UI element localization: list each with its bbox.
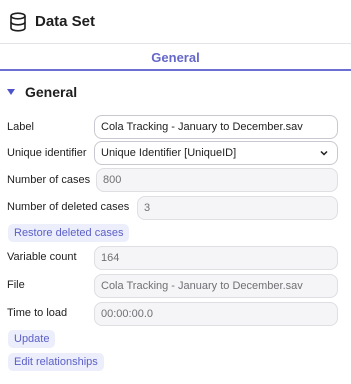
- unique-identifier-select[interactable]: Unique Identifier [UniqueID]: [94, 141, 338, 165]
- time-to-load-field: 00:00:00.0: [94, 302, 338, 326]
- tab-bar: General: [0, 45, 351, 71]
- label-input[interactable]: Cola Tracking - January to December.sav: [94, 115, 338, 139]
- variable-count-field: 164: [94, 246, 338, 270]
- panel-header: Data Set: [0, 0, 351, 44]
- file-field: Cola Tracking - January to December.sav: [94, 274, 338, 298]
- file-label: File: [7, 279, 25, 291]
- number-of-deleted-cases-label: Number of deleted cases: [7, 201, 130, 213]
- tab-general[interactable]: General: [151, 50, 199, 65]
- update-button[interactable]: Update: [8, 330, 56, 348]
- unique-identifier-value: Unique Identifier [UniqueID]: [101, 147, 237, 159]
- panel-title: Data Set: [35, 13, 96, 30]
- variable-count-label: Variable count: [7, 251, 77, 263]
- number-of-deleted-cases-field: 3: [137, 196, 338, 220]
- database-icon: [9, 11, 27, 32]
- section-general-header[interactable]: General: [7, 83, 77, 101]
- time-to-load-label: Time to load: [7, 307, 68, 319]
- edit-relationships-button[interactable]: Edit relationships: [8, 353, 104, 371]
- label-field-label: Label: [7, 121, 34, 133]
- section-title: General: [25, 84, 78, 100]
- chevron-down-icon[interactable]: [319, 148, 329, 158]
- number-of-cases-field: 800: [96, 168, 338, 192]
- restore-deleted-cases-button[interactable]: Restore deleted cases: [8, 224, 130, 242]
- unique-identifier-label: Unique identifier: [7, 147, 87, 159]
- caret-down-icon[interactable]: [7, 89, 15, 95]
- number-of-cases-label: Number of cases: [7, 174, 91, 186]
